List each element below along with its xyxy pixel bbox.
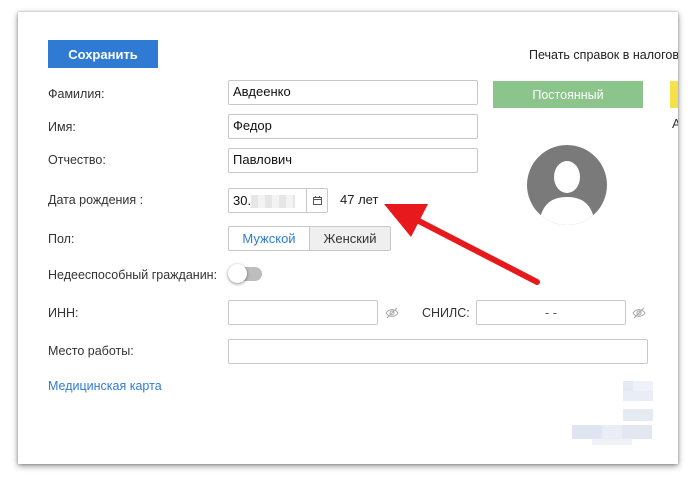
first-name-field[interactable]: Федор	[228, 114, 478, 139]
first-name-value: Федор	[233, 118, 272, 133]
avatar[interactable]	[527, 145, 607, 225]
last-name-value: Авдеенко	[233, 84, 291, 99]
age-text: 47 лет	[340, 192, 379, 207]
eye-slash-icon[interactable]	[632, 307, 646, 319]
last-name-field[interactable]: Авдеенко	[228, 80, 478, 105]
gender-male-option[interactable]: Мужской	[228, 226, 310, 251]
workplace-field[interactable]	[228, 339, 648, 364]
blurred-date-digits	[251, 195, 296, 209]
snils-value: - -	[544, 305, 558, 320]
incapable-citizen-toggle[interactable]	[228, 264, 262, 283]
toggle-knob	[228, 264, 247, 283]
truncated-label: А	[672, 116, 678, 131]
save-button[interactable]: Сохранить	[48, 40, 158, 68]
snils-label: СНИЛС:	[422, 306, 470, 320]
medical-card-link[interactable]: Медицинская карта	[48, 379, 162, 393]
eye-slash-icon[interactable]	[385, 307, 399, 319]
blurred-content	[572, 381, 653, 445]
user-silhouette-icon	[539, 161, 595, 225]
status-badge[interactable]: Постоянный	[493, 81, 643, 108]
first-name-label: Имя:	[48, 120, 76, 134]
gender-female-option[interactable]: Женский	[309, 226, 391, 251]
workplace-label: Место работы:	[48, 344, 134, 358]
inn-field[interactable]	[228, 300, 378, 325]
last-name-label: Фамилия:	[48, 87, 105, 101]
incapable-citizen-label: Недееспособный гражданин:	[48, 268, 218, 282]
status-yellow-marker	[670, 81, 678, 108]
patronymic-label: Отчество:	[48, 153, 106, 167]
inn-label: ИНН:	[48, 306, 79, 320]
birth-date-field[interactable]: 30.	[228, 188, 328, 213]
patronymic-field[interactable]: Павлович	[228, 148, 478, 173]
patient-form-panel: Сохранить Печать справок в налоговую Пос…	[18, 12, 678, 464]
print-tax-certificates-link[interactable]: Печать справок в налоговую	[529, 48, 678, 62]
calendar-icon	[312, 196, 322, 205]
gender-label: Пол:	[48, 232, 75, 246]
birth-date-day: 30.	[233, 192, 252, 208]
birth-date-label: Дата рождения :	[48, 193, 144, 207]
calendar-button[interactable]	[306, 189, 327, 212]
patronymic-value: Павлович	[233, 152, 293, 167]
